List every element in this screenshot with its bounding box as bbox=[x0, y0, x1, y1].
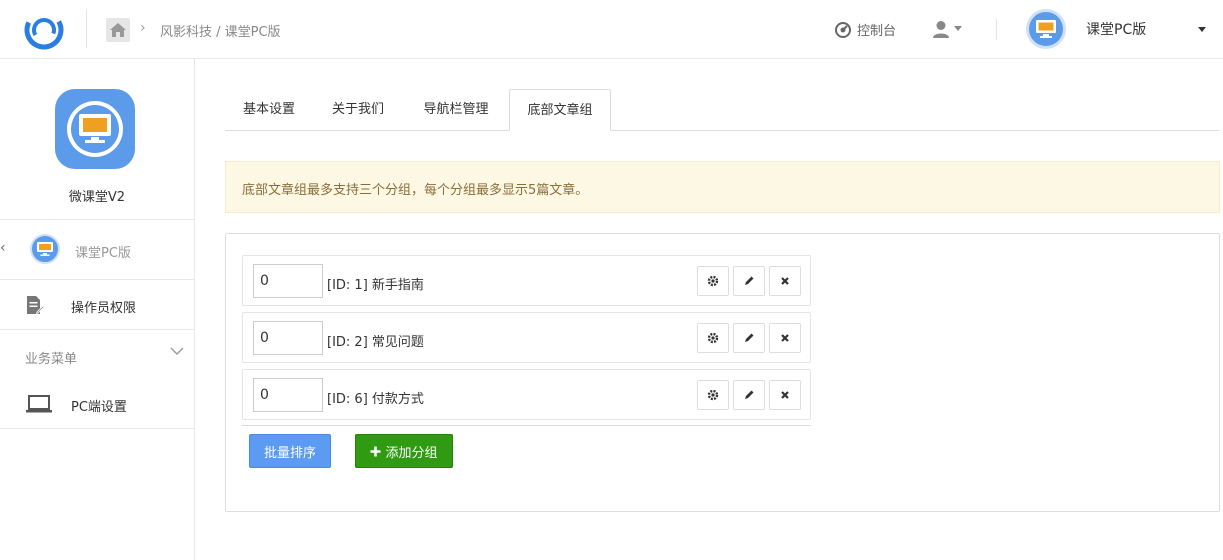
add-group-label: 添加分组 bbox=[385, 445, 438, 461]
app-switcher-label: 课堂PC版 bbox=[1086, 22, 1147, 38]
sidebar-current-app[interactable]: ‹ 课堂PC版 bbox=[0, 220, 194, 280]
home-icon bbox=[110, 23, 126, 37]
sidebar-item-operator-permissions[interactable]: 操作员权限 bbox=[0, 281, 194, 330]
app-avatar-icon bbox=[30, 234, 60, 264]
group-label: [ID: 2] 常见问题 bbox=[327, 335, 424, 350]
gear-icon bbox=[707, 332, 719, 344]
sidebar-app-card: 微课堂V2 bbox=[0, 59, 194, 220]
list-item: [ID: 6] 付款方式 bbox=[242, 369, 811, 420]
home-button[interactable] bbox=[106, 18, 130, 42]
group-label: [ID: 1] 新手指南 bbox=[327, 278, 424, 293]
console-label: 控制台 bbox=[857, 24, 897, 39]
list-item: [ID: 2] 常见问题 bbox=[242, 312, 811, 363]
alert-text: 底部文章组最多支持三个分组，每个分组最多显示5篇文章。 bbox=[242, 183, 589, 198]
tab-about-us[interactable]: 关于我们 bbox=[313, 89, 403, 131]
gear-icon bbox=[707, 389, 719, 401]
document-edit-icon bbox=[27, 296, 44, 315]
sidebar-item-label: 操作员权限 bbox=[71, 301, 137, 316]
sidebar-app-name: 微课堂V2 bbox=[68, 190, 126, 205]
user-icon bbox=[933, 21, 949, 38]
plus-icon bbox=[370, 446, 381, 456]
delete-button[interactable] bbox=[769, 323, 801, 353]
settings-tabs: 基本设置 关于我们 导航栏管理 底部文章组 bbox=[225, 89, 1219, 131]
info-alert: 底部文章组最多支持三个分组，每个分组最多显示5篇文章。 bbox=[225, 161, 1220, 213]
sidebar: 微课堂V2 ‹ 课堂PC版 操作员权限 业务菜单 PC端设置 bbox=[0, 59, 195, 560]
settings-button[interactable] bbox=[697, 380, 729, 410]
app-logo-icon bbox=[55, 89, 135, 169]
sidebar-group-business-menu[interactable]: 业务菜单 bbox=[0, 330, 194, 380]
sidebar-group-label: 业务菜单 bbox=[25, 352, 78, 367]
pencil-icon bbox=[745, 333, 754, 342]
close-icon bbox=[781, 334, 789, 342]
delete-button[interactable] bbox=[769, 266, 801, 296]
header-divider bbox=[996, 18, 997, 40]
edit-button[interactable] bbox=[733, 323, 765, 353]
order-input[interactable] bbox=[253, 264, 323, 298]
close-icon bbox=[781, 277, 789, 285]
caret-down-icon bbox=[1198, 27, 1206, 32]
pencil-icon bbox=[745, 276, 754, 285]
caret-down-icon bbox=[954, 26, 962, 31]
app-avatar-icon bbox=[1026, 9, 1066, 49]
app-switcher[interactable]: 课堂PC版 bbox=[1026, 9, 1216, 49]
list-item: [ID: 1] 新手指南 bbox=[242, 255, 811, 306]
delete-button[interactable] bbox=[769, 380, 801, 410]
header-divider bbox=[86, 10, 87, 48]
laptop-icon bbox=[26, 395, 52, 413]
add-group-button[interactable]: 添加分组 bbox=[355, 434, 453, 468]
user-menu[interactable] bbox=[932, 20, 962, 38]
settings-button[interactable] bbox=[697, 266, 729, 296]
chevron-down-icon bbox=[170, 347, 184, 355]
group-label: [ID: 6] 付款方式 bbox=[327, 392, 424, 407]
close-icon bbox=[781, 391, 789, 399]
order-input[interactable] bbox=[253, 378, 323, 412]
breadcrumb-separator-icon: › bbox=[140, 20, 146, 36]
tab-basic-settings[interactable]: 基本设置 bbox=[225, 89, 313, 131]
sidebar-item-pc-settings[interactable]: PC端设置 bbox=[0, 380, 194, 429]
edit-button[interactable] bbox=[733, 380, 765, 410]
divider bbox=[242, 425, 811, 426]
pencil-icon bbox=[745, 390, 754, 399]
console-link[interactable]: 控制台 bbox=[835, 20, 896, 39]
edit-button[interactable] bbox=[733, 266, 765, 296]
sidebar-current-app-label: 课堂PC版 bbox=[75, 246, 131, 261]
sidebar-item-label: PC端设置 bbox=[71, 400, 127, 415]
dashboard-icon bbox=[835, 21, 851, 38]
tab-nav-management[interactable]: 导航栏管理 bbox=[403, 89, 509, 131]
breadcrumb[interactable]: 风影科技 / 课堂PC版 bbox=[160, 21, 281, 40]
gear-icon bbox=[707, 275, 719, 287]
top-header: › 风影科技 / 课堂PC版 控制台 课堂PC版 bbox=[0, 0, 1223, 59]
order-input[interactable] bbox=[253, 321, 323, 355]
brand-logo-icon[interactable] bbox=[22, 8, 66, 52]
chevron-left-icon[interactable]: ‹ bbox=[0, 240, 6, 256]
tab-footer-article-groups[interactable]: 底部文章组 bbox=[509, 89, 611, 131]
batch-sort-button[interactable]: 批量排序 bbox=[249, 434, 331, 468]
article-groups-panel: [ID: 1] 新手指南 [ID: 2] 常见问题 bbox=[225, 233, 1220, 512]
settings-button[interactable] bbox=[697, 323, 729, 353]
